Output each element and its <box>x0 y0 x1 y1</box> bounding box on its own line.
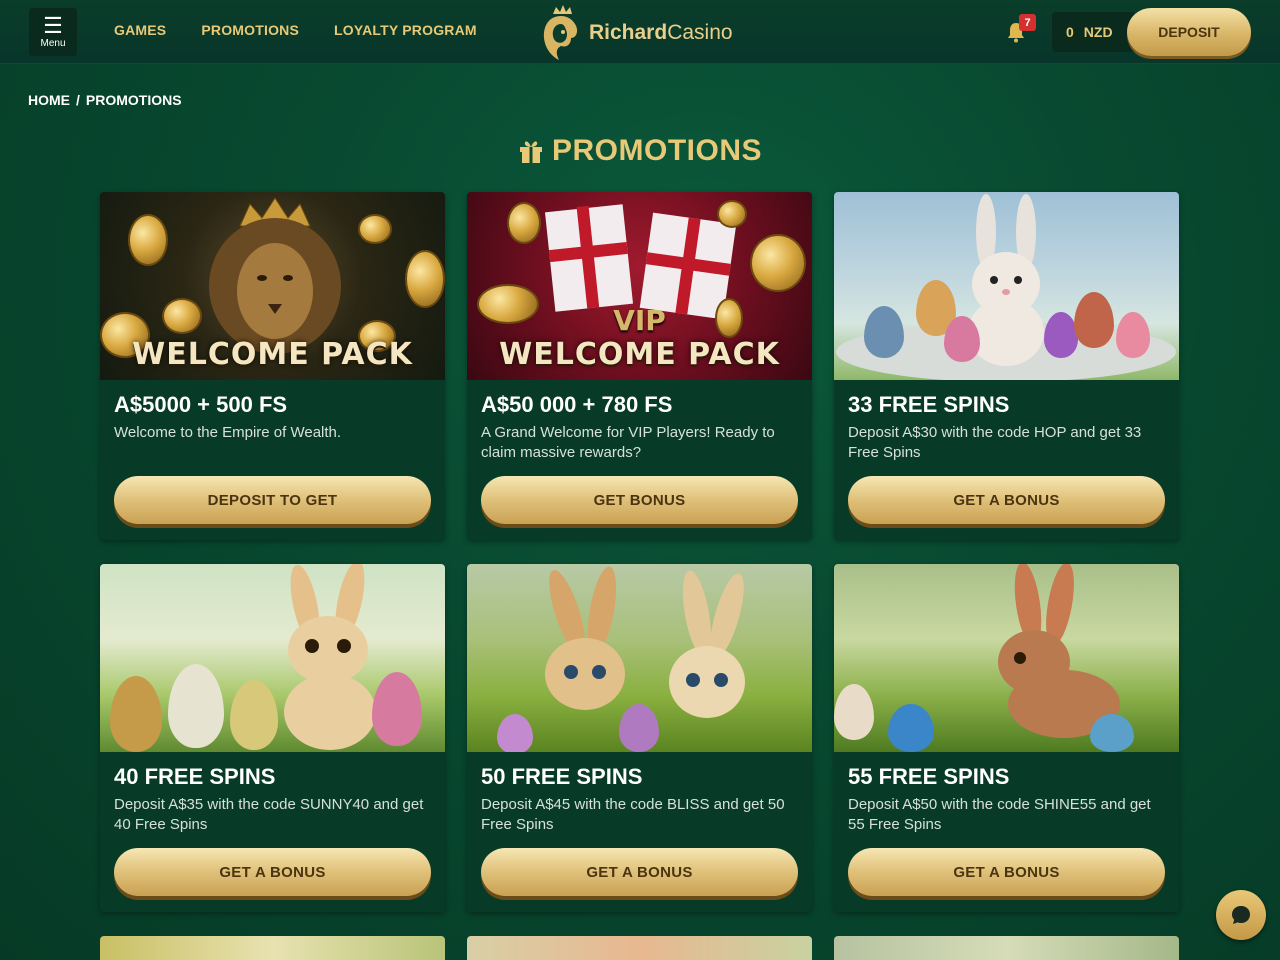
crowned-lion-logo-icon <box>543 5 578 60</box>
promo-banner-text: WELCOME PACK <box>499 337 780 372</box>
promo-title: A$50 000 + 780 FS <box>481 392 673 417</box>
get-a-bonus-button[interactable]: GET A BONUS <box>848 476 1165 524</box>
promo-card: VIP WELCOME PACK A$50 000 + 780 FS A Gra… <box>467 192 812 540</box>
promo-image: WELCOME PACK <box>100 192 445 380</box>
breadcrumb-home[interactable]: HOME <box>28 92 70 108</box>
site-logo[interactable]: RichardCasino <box>541 4 751 62</box>
promo-description: Deposit A$45 with the code BLISS and get… <box>481 796 785 833</box>
balance-display[interactable]: 0 NZD <box>1052 12 1134 52</box>
promo-card-partial <box>467 936 812 960</box>
menu-button[interactable]: ☰ Menu <box>29 8 77 56</box>
promo-vip-text: VIP <box>613 304 666 337</box>
promo-card: 33 FREE SPINS Deposit A$30 with the code… <box>834 192 1179 540</box>
breadcrumb-separator: / <box>76 92 80 108</box>
get-a-bonus-button[interactable]: GET A BONUS <box>848 848 1165 896</box>
get-bonus-button[interactable]: GET BONUS <box>481 476 798 524</box>
notification-badge: 7 <box>1019 14 1036 31</box>
promo-title: 40 FREE SPINS <box>114 764 276 789</box>
page-title-text: PROMOTIONS <box>551 134 762 167</box>
main-nav: GAMES PROMOTIONS LOYALTY PROGRAM <box>114 22 477 38</box>
promo-title: A$5000 + 500 FS <box>114 392 288 417</box>
nav-loyalty-program[interactable]: LOYALTY PROGRAM <box>334 22 477 38</box>
promo-description: Deposit A$50 with the code SHINE55 and g… <box>848 796 1151 833</box>
gift-icon <box>519 141 542 163</box>
promo-image <box>467 564 812 752</box>
promo-image: VIP WELCOME PACK <box>467 192 812 380</box>
nav-games[interactable]: GAMES <box>114 22 166 38</box>
promo-banner-text: WELCOME PACK <box>132 337 413 372</box>
chat-button[interactable] <box>1216 890 1266 940</box>
promo-card-partial <box>100 936 445 960</box>
promo-image <box>834 192 1179 380</box>
promo-card-partial <box>834 936 1179 960</box>
promo-description: Welcome to the Empire of Wealth. <box>114 424 342 441</box>
promo-description: Deposit A$35 with the code SUNNY40 and g… <box>114 796 424 833</box>
promo-title: 55 FREE SPINS <box>848 764 1010 789</box>
page-title: PROMOTIONS <box>0 134 1280 168</box>
logo-text: RichardCasino <box>589 21 733 44</box>
nav-promotions[interactable]: PROMOTIONS <box>201 22 299 38</box>
promo-card: 50 FREE SPINS Deposit A$45 with the code… <box>467 564 812 912</box>
get-a-bonus-button[interactable]: GET A BONUS <box>481 848 798 896</box>
promo-card: 55 FREE SPINS Deposit A$50 with the code… <box>834 564 1179 912</box>
promo-image <box>100 564 445 752</box>
deposit-button[interactable]: DEPOSIT <box>1127 8 1251 56</box>
promo-title: 50 FREE SPINS <box>481 764 643 789</box>
promo-image <box>834 564 1179 752</box>
get-a-bonus-button[interactable]: GET A BONUS <box>114 848 431 896</box>
promo-title: 33 FREE SPINS <box>848 392 1010 417</box>
balance-amount: 0 <box>1066 24 1074 40</box>
promo-description: Deposit A$30 with the code HOP and get 3… <box>848 424 1142 461</box>
balance-currency: NZD <box>1083 24 1113 40</box>
chat-icon <box>1232 906 1250 924</box>
breadcrumb-current: PROMOTIONS <box>85 92 182 108</box>
breadcrumb: HOME / PROMOTIONS <box>28 92 182 108</box>
promo-description: A Grand Welcome for VIP Players! Ready t… <box>481 424 775 461</box>
promo-card: WELCOME PACK A$5000 + 500 FS Welcome to … <box>100 192 445 540</box>
menu-label: Menu <box>40 37 66 49</box>
promo-card: 40 FREE SPINS Deposit A$35 with the code… <box>100 564 445 912</box>
top-header: ☰ Menu GAMES PROMOTIONS LOYALTY PROGRAM … <box>0 0 1280 64</box>
deposit-to-get-button[interactable]: DEPOSIT TO GET <box>114 476 431 524</box>
menu-icon: ☰ <box>43 12 63 38</box>
